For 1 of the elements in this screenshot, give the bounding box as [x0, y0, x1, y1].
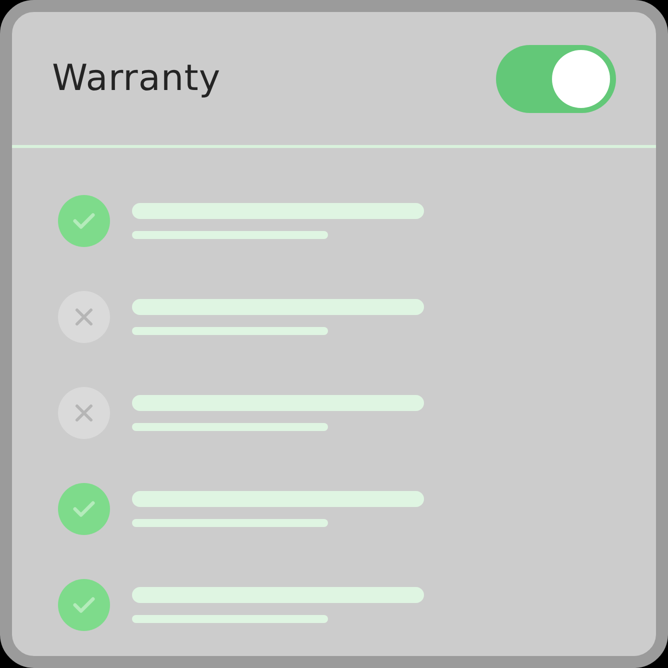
- section-title: Warranty: [52, 58, 221, 99]
